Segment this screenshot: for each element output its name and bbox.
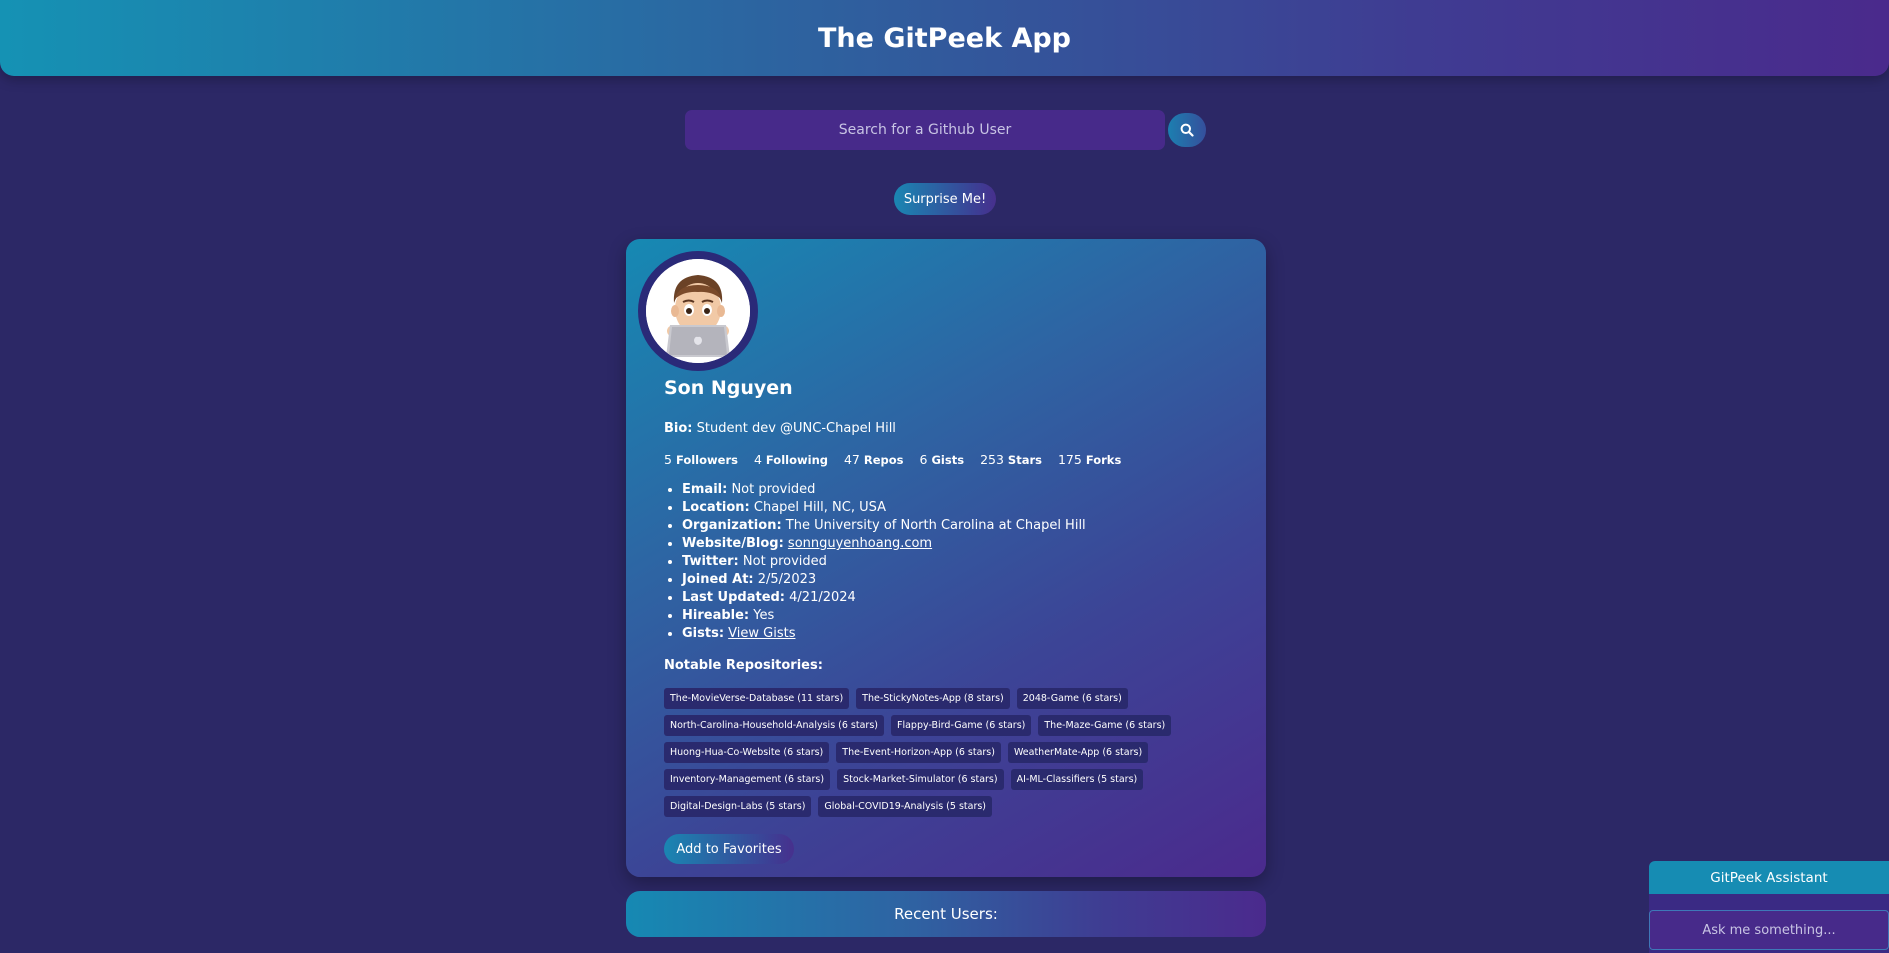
profile-bio: Bio: Student dev @UNC-Chapel Hill <box>664 421 896 436</box>
search-icon <box>1180 123 1194 137</box>
detail-joined: Joined At: 2/5/2023 <box>682 571 1086 589</box>
notable-repos-title: Notable Repositories: <box>664 658 823 673</box>
surprise-me-button[interactable]: Surprise Me! <box>894 183 996 215</box>
app-title: The GitPeek App <box>818 22 1071 54</box>
stat-stars: 253 Stars <box>980 452 1042 467</box>
repo-tag[interactable]: The-Maze-Game (6 stars) <box>1038 715 1172 736</box>
repo-tag[interactable]: Inventory-Management (6 stars) <box>664 769 831 790</box>
profile-stats: 5 Followers 4 Following 47 Repos 6 Gists 253… <box>664 452 1121 467</box>
stat-repos: 47 Repos <box>843 452 904 467</box>
recent-users-panel: Recent Users: <box>626 891 1266 937</box>
assistant-body <box>1649 894 1889 953</box>
search-button[interactable] <box>1168 113 1206 147</box>
detail-email: Email: Not provided <box>682 481 1086 499</box>
stat-followers: 5 Followers <box>664 452 738 467</box>
website-link[interactable]: sonnguyenhoang.com <box>788 536 932 551</box>
profile-card: Son Nguyen Bio: Student dev @UNC-Chapel … <box>626 239 1266 877</box>
app-header: The GitPeek App <box>0 0 1889 76</box>
repo-tag[interactable]: Stock-Market-Simulator (6 stars) <box>837 769 1004 790</box>
recent-users-title: Recent Users: <box>894 905 998 923</box>
notable-repos-list: The-MovieVerse-Database (11 stars) The-S… <box>664 688 1224 817</box>
detail-website: Website/Blog: sonnguyenhoang.com <box>682 535 1086 553</box>
stat-following: 4 Following <box>753 452 828 467</box>
repo-tag[interactable]: The-MovieVerse-Database (11 stars) <box>664 688 850 709</box>
profile-details: Email: Not provided Location: Chapel Hil… <box>664 481 1086 643</box>
detail-gists: Gists: View Gists <box>682 625 1086 643</box>
assistant-widget: GitPeek Assistant <box>1649 861 1889 953</box>
detail-organization: Organization: The University of North Ca… <box>682 517 1086 535</box>
bio-text: Student dev @UNC-Chapel Hill <box>696 421 896 436</box>
detail-twitter: Twitter: Not provided <box>682 553 1086 571</box>
repo-tag[interactable]: North-Carolina-Household-Analysis (6 sta… <box>664 715 884 736</box>
view-gists-link[interactable]: View Gists <box>728 626 795 641</box>
repo-tag[interactable]: Flappy-Bird-Game (6 stars) <box>891 715 1032 736</box>
stat-forks: 175 Forks <box>1057 452 1122 467</box>
profile-name: Son Nguyen <box>664 377 793 399</box>
avatar-image <box>646 259 750 363</box>
repo-tag[interactable]: 2048-Game (6 stars) <box>1016 688 1128 709</box>
repo-tag[interactable]: WeatherMate-App (6 stars) <box>1007 742 1149 763</box>
repo-tag[interactable]: Global-COVID19-Analysis (5 stars) <box>818 796 993 817</box>
avatar <box>638 251 758 371</box>
repo-tag[interactable]: Huong-Hua-Co-Website (6 stars) <box>664 742 830 763</box>
detail-hireable: Hireable: Yes <box>682 607 1086 625</box>
bio-label: Bio: <box>664 421 693 436</box>
repo-tag[interactable]: AI-ML-Classifiers (5 stars) <box>1010 769 1144 790</box>
assistant-header[interactable]: GitPeek Assistant <box>1649 861 1889 894</box>
repo-tag[interactable]: The-Event-Horizon-App (6 stars) <box>836 742 1001 763</box>
assistant-input[interactable] <box>1649 910 1889 950</box>
search-bar <box>685 110 1165 150</box>
search-input[interactable] <box>685 110 1165 150</box>
repo-tag[interactable]: The-StickyNotes-App (8 stars) <box>856 688 1010 709</box>
detail-location: Location: Chapel Hill, NC, USA <box>682 499 1086 517</box>
repo-tag[interactable]: Digital-Design-Labs (5 stars) <box>664 796 812 817</box>
stat-gists: 6 Gists <box>919 452 965 467</box>
detail-last-updated: Last Updated: 4/21/2024 <box>682 589 1086 607</box>
add-to-favorites-button[interactable]: Add to Favorites <box>664 834 794 864</box>
memoji-avatar-icon <box>646 259 750 363</box>
